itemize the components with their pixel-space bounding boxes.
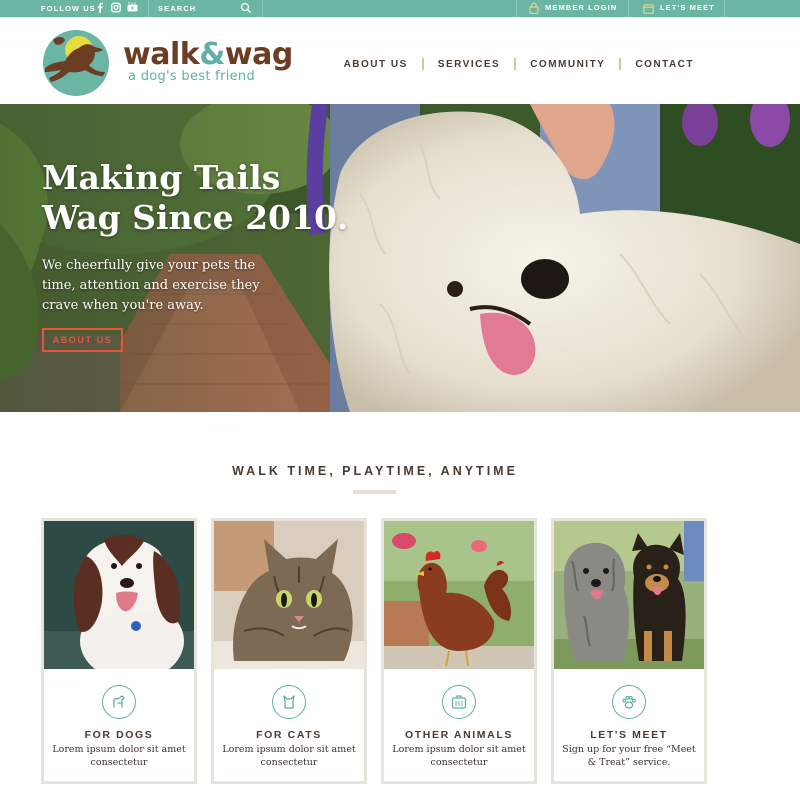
member-login-link[interactable]: MEMBER LOGIN	[529, 2, 617, 14]
logo-dog-icon[interactable]	[39, 28, 113, 98]
card-for-dogs[interactable]: FOR DOGS Lorem ipsum dolor sit amet cons…	[41, 518, 197, 784]
calendar-icon	[643, 3, 654, 14]
search-input[interactable]: SEARCH	[158, 4, 196, 13]
card-title: FOR CATS	[256, 729, 322, 741]
search-icon[interactable]	[240, 2, 252, 14]
topbar-divider	[516, 0, 517, 17]
nav-community[interactable]: COMMUNITY	[516, 59, 619, 70]
member-login-label: MEMBER LOGIN	[545, 3, 618, 12]
brand-word-wag: wag	[224, 37, 293, 72]
card-other-animals[interactable]: OTHER ANIMALS Lorem ipsum dolor sit amet…	[381, 518, 537, 784]
dog-icon	[102, 685, 136, 719]
site-header: walk&wag a dog's best friend ABOUT US SE…	[0, 17, 800, 104]
paw-icon	[612, 685, 646, 719]
social-links: You	[95, 1, 138, 14]
hero-title: Making Tails Wag Since 2010.	[42, 158, 362, 238]
dog-photo	[44, 521, 194, 669]
main-nav: ABOUT US SERVICES COMMUNITY CONTACT	[330, 58, 708, 70]
hero-banner: Making Tails Wag Since 2010. We cheerful…	[0, 104, 800, 412]
card-text: Lorem ipsum dolor sit amet consectetur	[52, 744, 186, 768]
card-title: LET'S MEET	[590, 729, 668, 741]
section-title: WALK TIME, PLAYTIME, ANYTIME	[232, 464, 518, 478]
two-dogs-photo	[554, 521, 704, 669]
topbar-divider	[262, 0, 263, 17]
facebook-icon[interactable]	[95, 2, 105, 14]
brand-name[interactable]: walk&wag	[123, 40, 293, 70]
cat-icon	[272, 685, 306, 719]
nav-services[interactable]: SERVICES	[424, 59, 514, 70]
chicken-photo	[384, 521, 534, 669]
card-text: Lorem ipsum dolor sit amet consectetur	[392, 744, 526, 768]
card-title: FOR DOGS	[84, 729, 154, 741]
top-bar: FOLLOW US You SEARCH MEMBER LOGIN LET'S …	[0, 0, 800, 17]
svg-text:You: You	[128, 2, 137, 5]
about-us-button[interactable]: ABOUT US	[42, 328, 123, 352]
brand-tagline: a dog's best friend	[128, 69, 256, 84]
nav-contact[interactable]: CONTACT	[621, 59, 708, 70]
card-for-cats[interactable]: FOR CATS Lorem ipsum dolor sit amet cons…	[211, 518, 367, 784]
hero-title-line-1: Making Tails	[42, 158, 281, 197]
instagram-icon[interactable]	[111, 2, 121, 13]
nav-about-us[interactable]: ABOUT US	[330, 59, 422, 70]
lets-meet-link[interactable]: LET'S MEET	[643, 2, 715, 14]
card-text: Lorem ipsum dolor sit amet consectetur	[222, 744, 356, 768]
section-divider	[353, 490, 396, 494]
topbar-divider	[148, 0, 149, 17]
pet-carrier-icon	[442, 685, 476, 719]
follow-us-label: FOLLOW US	[41, 4, 96, 13]
hero-title-line-2: Wag Since 2010.	[42, 198, 349, 237]
cat-photo	[214, 521, 364, 669]
card-text: Sign up for your free “Meet & Treat” ser…	[562, 744, 696, 768]
lets-meet-label: LET'S MEET	[660, 3, 715, 12]
card-title: OTHER ANIMALS	[405, 729, 513, 741]
card-lets-meet[interactable]: LET'S MEET Sign up for your free “Meet &…	[551, 518, 707, 784]
hero-description: We cheerfully give your pets the time, a…	[42, 258, 260, 313]
brand-ampersand: &	[199, 37, 225, 72]
lock-icon	[529, 2, 539, 14]
topbar-divider	[628, 0, 629, 17]
youtube-icon[interactable]: You	[127, 1, 138, 13]
brand-word-walk: walk	[123, 37, 200, 72]
topbar-divider	[724, 0, 725, 17]
